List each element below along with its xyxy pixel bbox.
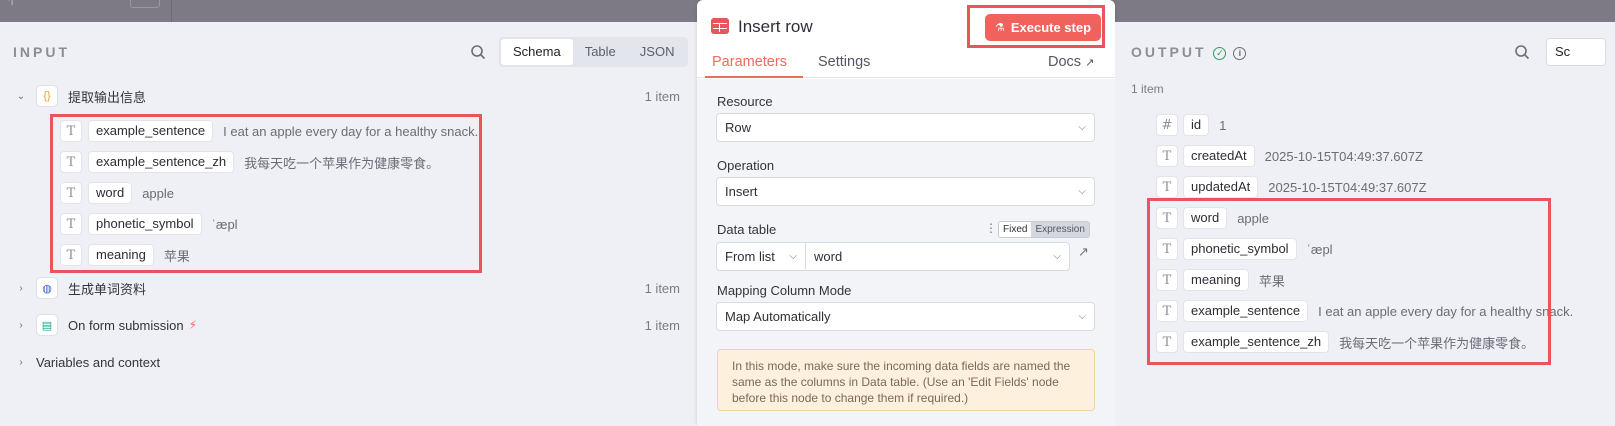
output-title-text: OUTPUT [1131,44,1207,60]
data-table-label: Data table [717,222,777,237]
select-value: Map Automatically [725,309,831,324]
field-row[interactable]: T updatedAt 2025-10-15T04:49:37.607Z [1156,174,1427,200]
field-value: 2025-10-15T04:49:37.607Z [1268,179,1427,195]
active-tab-indicator [705,76,803,78]
form-icon: ▤ [36,314,58,336]
field-row[interactable]: # id 1 [1156,112,1226,138]
chevron-down-icon: ⌵ [1078,186,1086,197]
resource-label: Resource [717,94,773,109]
tab-schema[interactable]: Sc [1546,38,1606,66]
highlight-box [1147,198,1551,365]
toolbar-divider [171,0,172,22]
chevron-down-icon: ⌵ [1078,122,1086,133]
chevron-right-icon[interactable]: › [14,320,28,331]
output-title: OUTPUT ✓ i [1131,44,1247,60]
braces-icon: {} [36,85,58,107]
node-label: 提取输出信息 [68,89,147,105]
success-check-icon: ✓ [1213,46,1227,60]
node-title: Insert row [738,17,813,36]
search-icon[interactable] [470,44,486,60]
data-table-select[interactable]: word ⌵ [805,242,1070,271]
select-value: Row [725,120,752,135]
node-modal: Insert row ⚗ Execute step Parameters Set… [697,0,1115,426]
toolbar-button[interactable] [130,0,160,8]
globe-icon: ◍ [36,277,58,299]
operation-label: Operation [717,158,775,173]
node-label: 生成单词资料 [68,281,147,297]
search-icon[interactable] [1514,44,1530,60]
tab-settings[interactable]: Settings [818,54,870,70]
field-name[interactable]: id [1183,114,1210,136]
input-title: INPUT [13,44,70,60]
tab-schema[interactable]: Schema [501,39,573,65]
view-mode-tabs: Schema Table JSON [499,37,689,67]
field-row[interactable]: T createdAt 2025-10-15T04:49:37.607Z [1156,143,1423,169]
resource-select[interactable]: Row ⌵ [716,113,1095,142]
more-options-icon[interactable]: ⋮ [985,221,997,235]
tree-node-variables[interactable]: › Variables and context [14,348,680,376]
external-link-icon: ↗ [1085,57,1095,69]
chevron-right-icon[interactable]: › [14,357,28,368]
expression-option[interactable]: Expression [1031,222,1089,237]
field-name[interactable]: updatedAt [1183,176,1259,198]
tab-table[interactable]: Table [573,39,628,65]
open-external-icon[interactable]: ↗ [1078,244,1089,260]
select-value: word [814,249,843,264]
chevron-down-icon: ⌵ [1053,251,1061,262]
tree-node-form[interactable]: › ▤ On form submission ⚡ 1 item [14,311,680,339]
operation-select[interactable]: Insert ⌵ [716,177,1095,206]
chevron-down-icon: ⌵ [1078,311,1086,322]
mapping-label: Mapping Column Mode [717,283,852,298]
field-name[interactable]: createdAt [1183,145,1255,167]
chevron-down-icon: ⌵ [789,251,797,262]
tab-parameters[interactable]: Parameters [712,54,787,70]
fixed-expression-toggle[interactable]: Fixed Expression [998,221,1090,238]
item-count: 1 item [644,280,680,296]
info-notice: In this mode, make sure the incoming dat… [717,349,1095,411]
table-icon [711,18,729,34]
fixed-option[interactable]: Fixed [999,222,1032,237]
highlight-box [967,5,1105,48]
output-panel: OUTPUT ✓ i Sc 1 item # id 1 T createdAt … [1115,22,1615,426]
select-value: From list [725,249,775,264]
tree-node-generate[interactable]: › ◍ 生成单词资料 1 item [14,274,680,302]
chevron-down-icon[interactable]: ⌄ [14,91,28,102]
chevron-right-icon[interactable]: › [14,283,28,294]
node-label: On form submission [68,317,184,333]
data-table-source-select[interactable]: From list ⌵ [716,242,806,271]
input-panel: INPUT Schema Table JSON ⌄ {} 提取输出信息 1 it… [0,22,718,426]
output-item-count: 1 item [1131,82,1164,96]
back-arrow-icon[interactable]: ↰ [4,0,16,9]
field-value: 1 [1219,117,1227,133]
docs-link[interactable]: Docs ↗ [1048,54,1094,70]
bolt-icon: ⚡ [188,318,198,332]
select-value: Insert [725,184,758,199]
text-type-icon: T [1156,145,1178,167]
item-count: 1 item [644,88,680,104]
item-count: 1 item [644,317,680,333]
text-type-icon: T [1156,176,1178,198]
mapping-mode-select[interactable]: Map Automatically ⌵ [716,302,1095,331]
number-type-icon: # [1156,114,1178,136]
tab-json[interactable]: JSON [628,39,687,65]
node-label: Variables and context [36,354,161,370]
highlight-box [50,114,482,273]
info-icon[interactable]: i [1233,46,1247,60]
field-value: 2025-10-15T04:49:37.607Z [1264,148,1423,164]
tree-node-extract[interactable]: ⌄ {} 提取输出信息 1 item [14,82,680,110]
